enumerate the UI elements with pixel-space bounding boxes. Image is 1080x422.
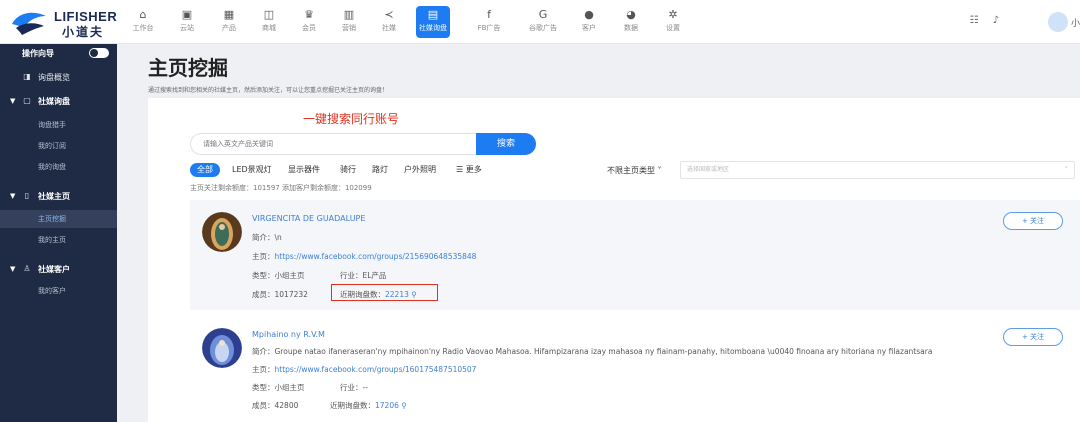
page-avatar[interactable] bbox=[202, 212, 242, 252]
quota-text: 主页关注剩余额度：101597 添加客户剩余额度：102099 bbox=[190, 184, 372, 192]
industry-row: 行业：-- bbox=[340, 383, 368, 392]
sidebar-item-my-customers[interactable]: 我的客户 bbox=[0, 282, 117, 300]
operation-guide: 操作向导 bbox=[0, 44, 117, 62]
tag-display-devices[interactable]: 显示器件 bbox=[288, 163, 320, 177]
industry-row: 行业：EL产品 bbox=[340, 271, 387, 280]
nav-item-customers[interactable]: ● 客户 bbox=[574, 6, 604, 38]
bar-chart-icon: ▥ bbox=[343, 8, 355, 21]
homepage-link[interactable]: https://www.facebook.com/groups/16017548… bbox=[275, 365, 477, 374]
tag-cycling[interactable]: 骑行 bbox=[340, 163, 356, 177]
sidebar-item-inquiry-overview[interactable]: ◨ 询盘概览 bbox=[0, 68, 117, 86]
homepage-row: 主页：https://www.facebook.com/groups/21569… bbox=[252, 252, 477, 261]
top-bar: LIFISHER 小道夫 ⌂ 工作台 ▣ 云站 ▦ 产品 ◫ 商城 ♛ 会员 ▥ 营销 ≺ 社… bbox=[0, 0, 1080, 44]
grid-icon: ▦ bbox=[223, 8, 235, 21]
pie-chart-icon: ◕ bbox=[626, 8, 636, 21]
region-select[interactable]: 选择国家或地区 ˅ bbox=[680, 161, 1075, 179]
caret-down-icon: ▼ bbox=[10, 265, 16, 273]
monitor-icon: ▣ bbox=[181, 8, 193, 21]
nav-item-settings[interactable]: ✲ 设置 bbox=[658, 6, 688, 38]
crown-icon: ♛ bbox=[304, 8, 314, 21]
home-icon: ⌂ bbox=[139, 8, 147, 21]
sidebar-item-my-subscriptions[interactable]: 我的订阅 bbox=[0, 137, 117, 155]
result-card: Mpihaino ny R.V.M 简介：Groupe natao ifaner… bbox=[190, 316, 1080, 422]
nav-item-cloud-site[interactable]: ▣ 云站 bbox=[172, 6, 202, 38]
type-row: 类型：小组主页 bbox=[252, 383, 305, 392]
gear-icon: ✲ bbox=[668, 8, 678, 21]
members-row: 成员：42800 bbox=[252, 401, 299, 410]
tag-all[interactable]: 全部 bbox=[190, 163, 220, 177]
nav-item-social[interactable]: ≺ 社媒 bbox=[374, 6, 404, 38]
logo-mark-icon bbox=[12, 12, 46, 35]
nav-item-marketing[interactable]: ▥ 营销 bbox=[334, 6, 364, 38]
nav-item-members[interactable]: ♛ 会员 bbox=[294, 6, 324, 38]
follow-button[interactable]: + 关注 bbox=[1003, 328, 1063, 346]
nav-item-store[interactable]: ◫ 商城 bbox=[254, 6, 284, 38]
user-name[interactable]: 小 bbox=[1071, 16, 1080, 29]
sidebar-item-page-mining[interactable]: 主页挖掘 bbox=[0, 210, 117, 228]
page-description: 通过搜索找到和您相关的社媒主页，然后添加关注，可以让您重点挖掘已关注主页的询盘！ bbox=[148, 87, 389, 94]
search-annotation: 一键搜索同行账号 bbox=[303, 112, 400, 126]
bell-icon[interactable]: ♪ bbox=[990, 15, 1002, 27]
chevron-down-icon: ˅ bbox=[657, 166, 662, 175]
sidebar: 操作向导 ◨ 询盘概览 ▼ ▢ 社媒询盘 询盘猎手 我的订阅 我的询盘 ▼ ▯ … bbox=[0, 44, 117, 422]
page-title: 主页挖掘 bbox=[148, 56, 228, 80]
result-card: VIRGENCITA DE GUADALUPE 简介：\n 主页：https:/… bbox=[190, 200, 1080, 310]
tag-more[interactable]: ☰ 更多 bbox=[456, 163, 482, 177]
avatar[interactable] bbox=[1048, 12, 1068, 32]
chevron-down-icon: ˅ bbox=[1064, 166, 1069, 174]
nav-item-social-inquiry[interactable]: ▤ 社媒询盘 bbox=[416, 6, 450, 38]
sidebar-group-social-customers[interactable]: ▼ ♙ 社媒客户 bbox=[0, 260, 117, 278]
people-icon: ♙ bbox=[23, 264, 31, 273]
page-type-select[interactable]: 不限主页类型 ˅ bbox=[607, 165, 662, 176]
homepage-row: 主页：https://www.facebook.com/groups/16017… bbox=[252, 365, 477, 374]
page-name[interactable]: Mpihaino ny R.V.M bbox=[252, 330, 325, 339]
highlight-box bbox=[331, 284, 438, 301]
store-icon: ◫ bbox=[263, 8, 275, 21]
nav-item-google-ads[interactable]: G 谷歌广告 bbox=[528, 6, 558, 38]
follow-button[interactable]: + 关注 bbox=[1003, 212, 1063, 230]
tag-street-light[interactable]: 路灯 bbox=[372, 163, 388, 177]
user-icon: ● bbox=[584, 8, 594, 21]
nav-item-workbench[interactable]: ⌂ 工作台 bbox=[128, 6, 158, 38]
caret-down-icon: ▼ bbox=[10, 192, 16, 200]
list-icon[interactable]: ☷ bbox=[968, 15, 980, 27]
operation-guide-label: 操作向导 bbox=[22, 49, 54, 58]
sidebar-group-social-inquiry[interactable]: ▼ ▢ 社媒询盘 bbox=[0, 92, 117, 110]
search-button[interactable]: 搜索 bbox=[476, 133, 536, 155]
facebook-icon: f bbox=[487, 8, 491, 21]
media-inquiry-icon: ▤ bbox=[427, 8, 439, 21]
tag-outdoor-lighting[interactable]: 户外照明 bbox=[404, 163, 436, 177]
google-icon: G bbox=[538, 8, 548, 21]
nav-item-data[interactable]: ◕ 数据 bbox=[616, 6, 646, 38]
nav-item-products[interactable]: ▦ 产品 bbox=[214, 6, 244, 38]
search-icon: ⚲ bbox=[401, 401, 407, 410]
brand-name-cn: 小道夫 bbox=[62, 25, 105, 39]
page-name[interactable]: VIRGENCITA DE GUADALUPE bbox=[252, 214, 365, 223]
toggle-knob bbox=[90, 49, 98, 57]
operation-guide-toggle[interactable] bbox=[89, 48, 109, 58]
sidebar-item-inquiry-hunter[interactable]: 询盘猎手 bbox=[0, 116, 117, 134]
brand-name-en: LIFISHER bbox=[54, 9, 118, 24]
keyword-search-input[interactable] bbox=[190, 133, 478, 155]
brand-logo[interactable]: LIFISHER 小道夫 bbox=[10, 5, 120, 39]
inquiry-icon: ▢ bbox=[23, 96, 31, 105]
sidebar-item-my-inquiries[interactable]: 我的询盘 bbox=[0, 158, 117, 176]
sidebar-group-social-pages[interactable]: ▼ ▯ 社媒主页 bbox=[0, 187, 117, 205]
tag-more-icon: ☰ bbox=[456, 165, 466, 174]
members-row: 成员：1017232 bbox=[252, 290, 308, 299]
homepage-link[interactable]: https://www.facebook.com/groups/21569064… bbox=[275, 252, 477, 261]
page-icon: ▯ bbox=[24, 191, 30, 200]
type-row: 类型：小组主页 bbox=[252, 271, 305, 280]
tag-led-landscape[interactable]: LED景观灯 bbox=[232, 163, 272, 177]
share-icon: ≺ bbox=[384, 8, 394, 21]
page-avatar[interactable] bbox=[202, 328, 242, 368]
intro-row: 简介：Groupe natao ifaneraseran'ny mpihaino… bbox=[252, 347, 933, 356]
dashboard-icon: ◨ bbox=[23, 72, 31, 81]
inquiry-count-row[interactable]: 近期询盘数：17206 ⚲ bbox=[330, 400, 407, 411]
sidebar-item-my-pages[interactable]: 我的主页 bbox=[0, 231, 117, 249]
nav-item-fb-ads[interactable]: f FB广告 bbox=[474, 6, 504, 38]
intro-row: 简介：\n bbox=[252, 233, 282, 242]
caret-down-icon: ▼ bbox=[10, 97, 16, 105]
